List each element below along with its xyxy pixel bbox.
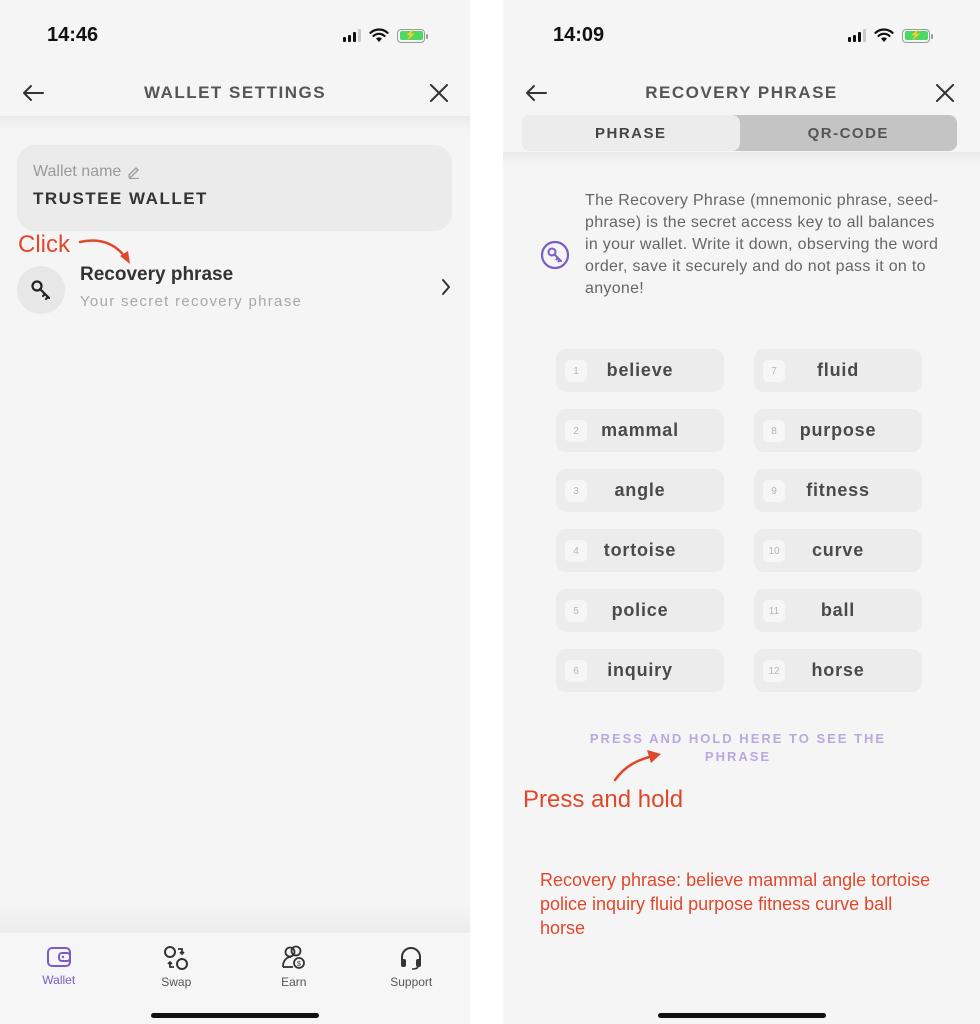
seed-word: fluid <box>817 360 859 380</box>
seed-word-chip: 8 purpose <box>754 409 922 452</box>
seed-word: believe <box>606 360 674 380</box>
seed-word-chip: 1 believe <box>556 349 724 392</box>
seed-word-chip: 12 horse <box>754 649 922 692</box>
wallet-name-label: Wallet name <box>33 163 436 181</box>
seed-word: angle <box>614 480 666 500</box>
back-button[interactable] <box>521 78 551 108</box>
info-text: The Recovery Phrase (mnemonic phrase, se… <box>585 192 939 297</box>
seed-word: ball <box>820 600 856 620</box>
signal-icon <box>343 29 361 42</box>
tab-qr-code[interactable]: QR-CODE <box>740 115 958 151</box>
seed-word-index: 6 <box>565 660 587 682</box>
seed-word-index: 10 <box>763 540 785 562</box>
recovery-phrase-title: Recovery phrase <box>80 264 234 285</box>
arrow-left-icon <box>526 85 547 101</box>
seed-word-index: 4 <box>565 540 587 562</box>
seed-word-chip: 9 fitness <box>754 469 922 512</box>
seed-word-index: 3 <box>565 480 587 502</box>
headset-icon <box>401 947 422 970</box>
seed-word-grid: 1 believe 2 mammal 3 angle 4 tortoise 5 police 6 in… <box>556 349 922 692</box>
seed-word: horse <box>811 660 865 680</box>
seed-word-index: 7 <box>763 360 785 382</box>
seed-word: inquiry <box>607 660 673 680</box>
view-segmented-control: PHRASE QR-CODE <box>522 115 957 151</box>
seed-word-chip: 5 police <box>556 589 724 632</box>
seed-word-chip: 2 mammal <box>556 409 724 452</box>
wallet-icon <box>46 947 71 967</box>
recovery-phrase-subtitle: Your secret recovery phrase <box>80 293 303 310</box>
nav-bar: WALLET SETTINGS <box>0 70 470 116</box>
earn-icon: $ <box>281 945 305 969</box>
seed-word: police <box>611 600 669 620</box>
swap-icon <box>164 946 189 970</box>
seed-word-chip: 6 inquiry <box>556 649 724 692</box>
status-icons: ⚡ <box>343 28 428 43</box>
seed-word-index: 11 <box>763 600 785 622</box>
chevron-right-icon <box>442 279 450 295</box>
nav-bar: RECOVERY PHRASE <box>503 70 980 116</box>
seed-word-chip: 7 fluid <box>754 349 922 392</box>
battery-icon: ⚡ <box>397 28 428 43</box>
seed-word-index: 2 <box>565 420 587 442</box>
wallet-name-value: TRUSTEE WALLET <box>33 189 208 208</box>
seed-word-chip: 10 curve <box>754 529 922 572</box>
seed-word: fitness <box>806 480 870 500</box>
status-time: 14:46 <box>47 24 99 46</box>
battery-icon: ⚡ <box>902 28 933 43</box>
close-button[interactable] <box>930 78 960 108</box>
key-icon <box>17 266 65 314</box>
recovery-phrase-note: Recovery phrase: believe mammal angle to… <box>540 870 931 938</box>
pencil-icon <box>128 167 140 179</box>
recovery-phrase-row[interactable]: Recovery phrase Your secret recovery phr… <box>17 262 457 316</box>
tab-earn[interactable]: $ Earn <box>235 933 353 1024</box>
seed-word: curve <box>811 540 865 560</box>
annotation-arrow <box>613 750 661 782</box>
close-icon <box>936 84 954 102</box>
status-icons: ⚡ <box>848 28 933 43</box>
header-divider <box>503 152 980 166</box>
wifi-icon <box>874 28 894 42</box>
seed-word-index: 8 <box>763 420 785 442</box>
content-fade <box>0 905 470 933</box>
seed-word: tortoise <box>603 540 677 560</box>
tab-support[interactable]: Support <box>353 933 471 1024</box>
bottom-tab-bar: Wallet Swap $ Earn Support <box>0 933 470 1024</box>
seed-word-index: 5 <box>565 600 587 622</box>
wallet-name-field[interactable]: Wallet name TRUSTEE WALLET <box>17 145 452 231</box>
wallet-settings-screen: 14:46 ⚡ WALLET SETTINGS Wallet name TRUS… <box>0 0 470 1024</box>
seed-word-index: 1 <box>565 360 587 382</box>
home-indicator[interactable] <box>151 1013 319 1018</box>
seed-word: mammal <box>601 420 679 440</box>
tab-phrase[interactable]: PHRASE <box>522 115 740 151</box>
header-divider <box>0 116 470 130</box>
seed-word-chip: 4 tortoise <box>556 529 724 572</box>
home-indicator[interactable] <box>657 1013 826 1018</box>
wifi-icon <box>369 28 389 42</box>
close-button[interactable] <box>424 78 454 108</box>
signal-icon <box>848 29 866 42</box>
page-title: RECOVERY PHRASE <box>645 83 838 102</box>
press-and-hold-annotation: Press and hold <box>523 786 684 813</box>
tab-wallet[interactable]: Wallet <box>0 933 118 1024</box>
arrow-left-icon <box>23 85 44 101</box>
status-bar: 14:46 ⚡ <box>0 0 470 70</box>
status-bar: 14:09 ⚡ <box>503 0 980 70</box>
seed-word-chip: 11 ball <box>754 589 922 632</box>
seed-word-chip: 3 angle <box>556 469 724 512</box>
tab-swap[interactable]: Swap <box>118 933 236 1024</box>
close-icon <box>430 84 448 102</box>
page-title: WALLET SETTINGS <box>143 83 327 102</box>
status-time: 14:09 <box>553 24 605 46</box>
recovery-phrase-screen: 14:09 ⚡ RECOVERY PHRASE PHRASE QR-CODE T… <box>503 0 980 1024</box>
svg-text:$: $ <box>297 961 301 968</box>
seed-word: purpose <box>799 420 877 440</box>
key-icon <box>540 240 570 270</box>
back-button[interactable] <box>18 78 48 108</box>
seed-word-index: 9 <box>763 480 785 502</box>
click-annotation: Click <box>18 231 70 258</box>
seed-word-index: 12 <box>763 660 785 682</box>
